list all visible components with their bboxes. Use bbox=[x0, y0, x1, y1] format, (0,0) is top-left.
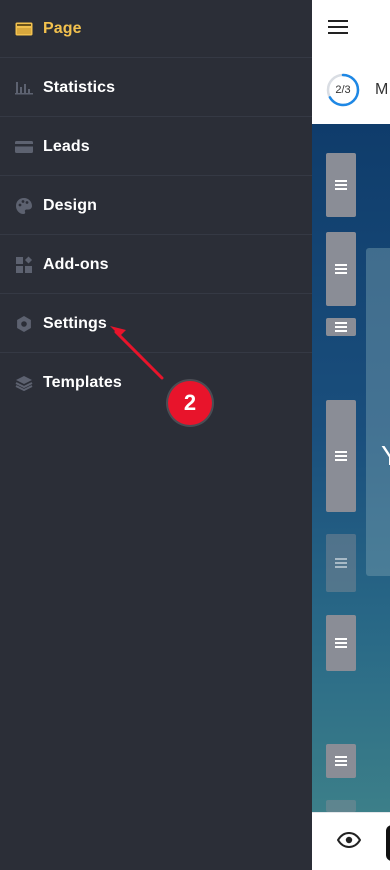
hamburger-icon[interactable] bbox=[328, 19, 348, 35]
step-progress-bar: 2/3 M bbox=[312, 59, 390, 124]
leads-icon bbox=[15, 138, 33, 156]
palette-icon bbox=[15, 197, 33, 215]
step-title: M bbox=[375, 81, 389, 98]
sidebar-item-label: Design bbox=[43, 196, 97, 214]
sidebar-item-label: Statistics bbox=[43, 78, 116, 96]
page-icon bbox=[15, 20, 33, 38]
layers-icon bbox=[15, 374, 33, 392]
eye-icon[interactable] bbox=[336, 831, 362, 849]
drag-handle-icon bbox=[335, 754, 347, 768]
section-drag-handle[interactable] bbox=[326, 400, 356, 512]
drag-handle-icon bbox=[335, 556, 347, 570]
drag-handle-icon bbox=[335, 262, 347, 276]
section-drag-handle[interactable] bbox=[326, 744, 356, 778]
section-drag-handle[interactable] bbox=[326, 534, 356, 592]
sidebar-item-page[interactable]: Page bbox=[0, 0, 312, 58]
sidebar-item-label: Leads bbox=[43, 137, 90, 155]
annotation-arrow bbox=[110, 326, 164, 380]
section-drag-handle[interactable] bbox=[326, 800, 356, 812]
app-bottombar bbox=[312, 812, 390, 870]
app-preview: 2/3 M Y bbox=[312, 0, 390, 870]
sidebar-item-leads[interactable]: Leads bbox=[0, 118, 312, 176]
section-drag-handle[interactable] bbox=[326, 232, 356, 306]
publish-button[interactable] bbox=[386, 825, 390, 861]
section-drag-handle[interactable] bbox=[326, 153, 356, 217]
section-drag-handle[interactable] bbox=[326, 615, 356, 671]
sidebar-item-label: Add-ons bbox=[43, 255, 109, 273]
section-drag-handle[interactable] bbox=[326, 318, 356, 336]
step-badge: 2 bbox=[168, 381, 212, 425]
drag-handle-icon bbox=[335, 449, 347, 463]
sidebar-item-addons[interactable]: Add-ons bbox=[0, 236, 312, 294]
drag-handle-icon bbox=[335, 320, 347, 334]
progress-count: 2/3 bbox=[335, 84, 351, 96]
hero-heading: Y bbox=[381, 440, 390, 472]
sidebar-nav: Page Statistics Leads Design Add-ons Set… bbox=[0, 0, 312, 870]
sidebar-item-design[interactable]: Design bbox=[0, 177, 312, 235]
gear-icon bbox=[15, 315, 33, 333]
sidebar-item-statistics[interactable]: Statistics bbox=[0, 59, 312, 117]
hero-section bbox=[366, 248, 390, 576]
drag-handle-icon bbox=[335, 636, 347, 650]
sidebar-item-label: Settings bbox=[43, 314, 107, 332]
sidebar-item-label: Page bbox=[43, 19, 82, 37]
statistics-icon bbox=[15, 79, 33, 97]
drag-handle-icon bbox=[335, 178, 347, 192]
addons-icon bbox=[15, 255, 33, 274]
app-topbar bbox=[312, 0, 390, 60]
